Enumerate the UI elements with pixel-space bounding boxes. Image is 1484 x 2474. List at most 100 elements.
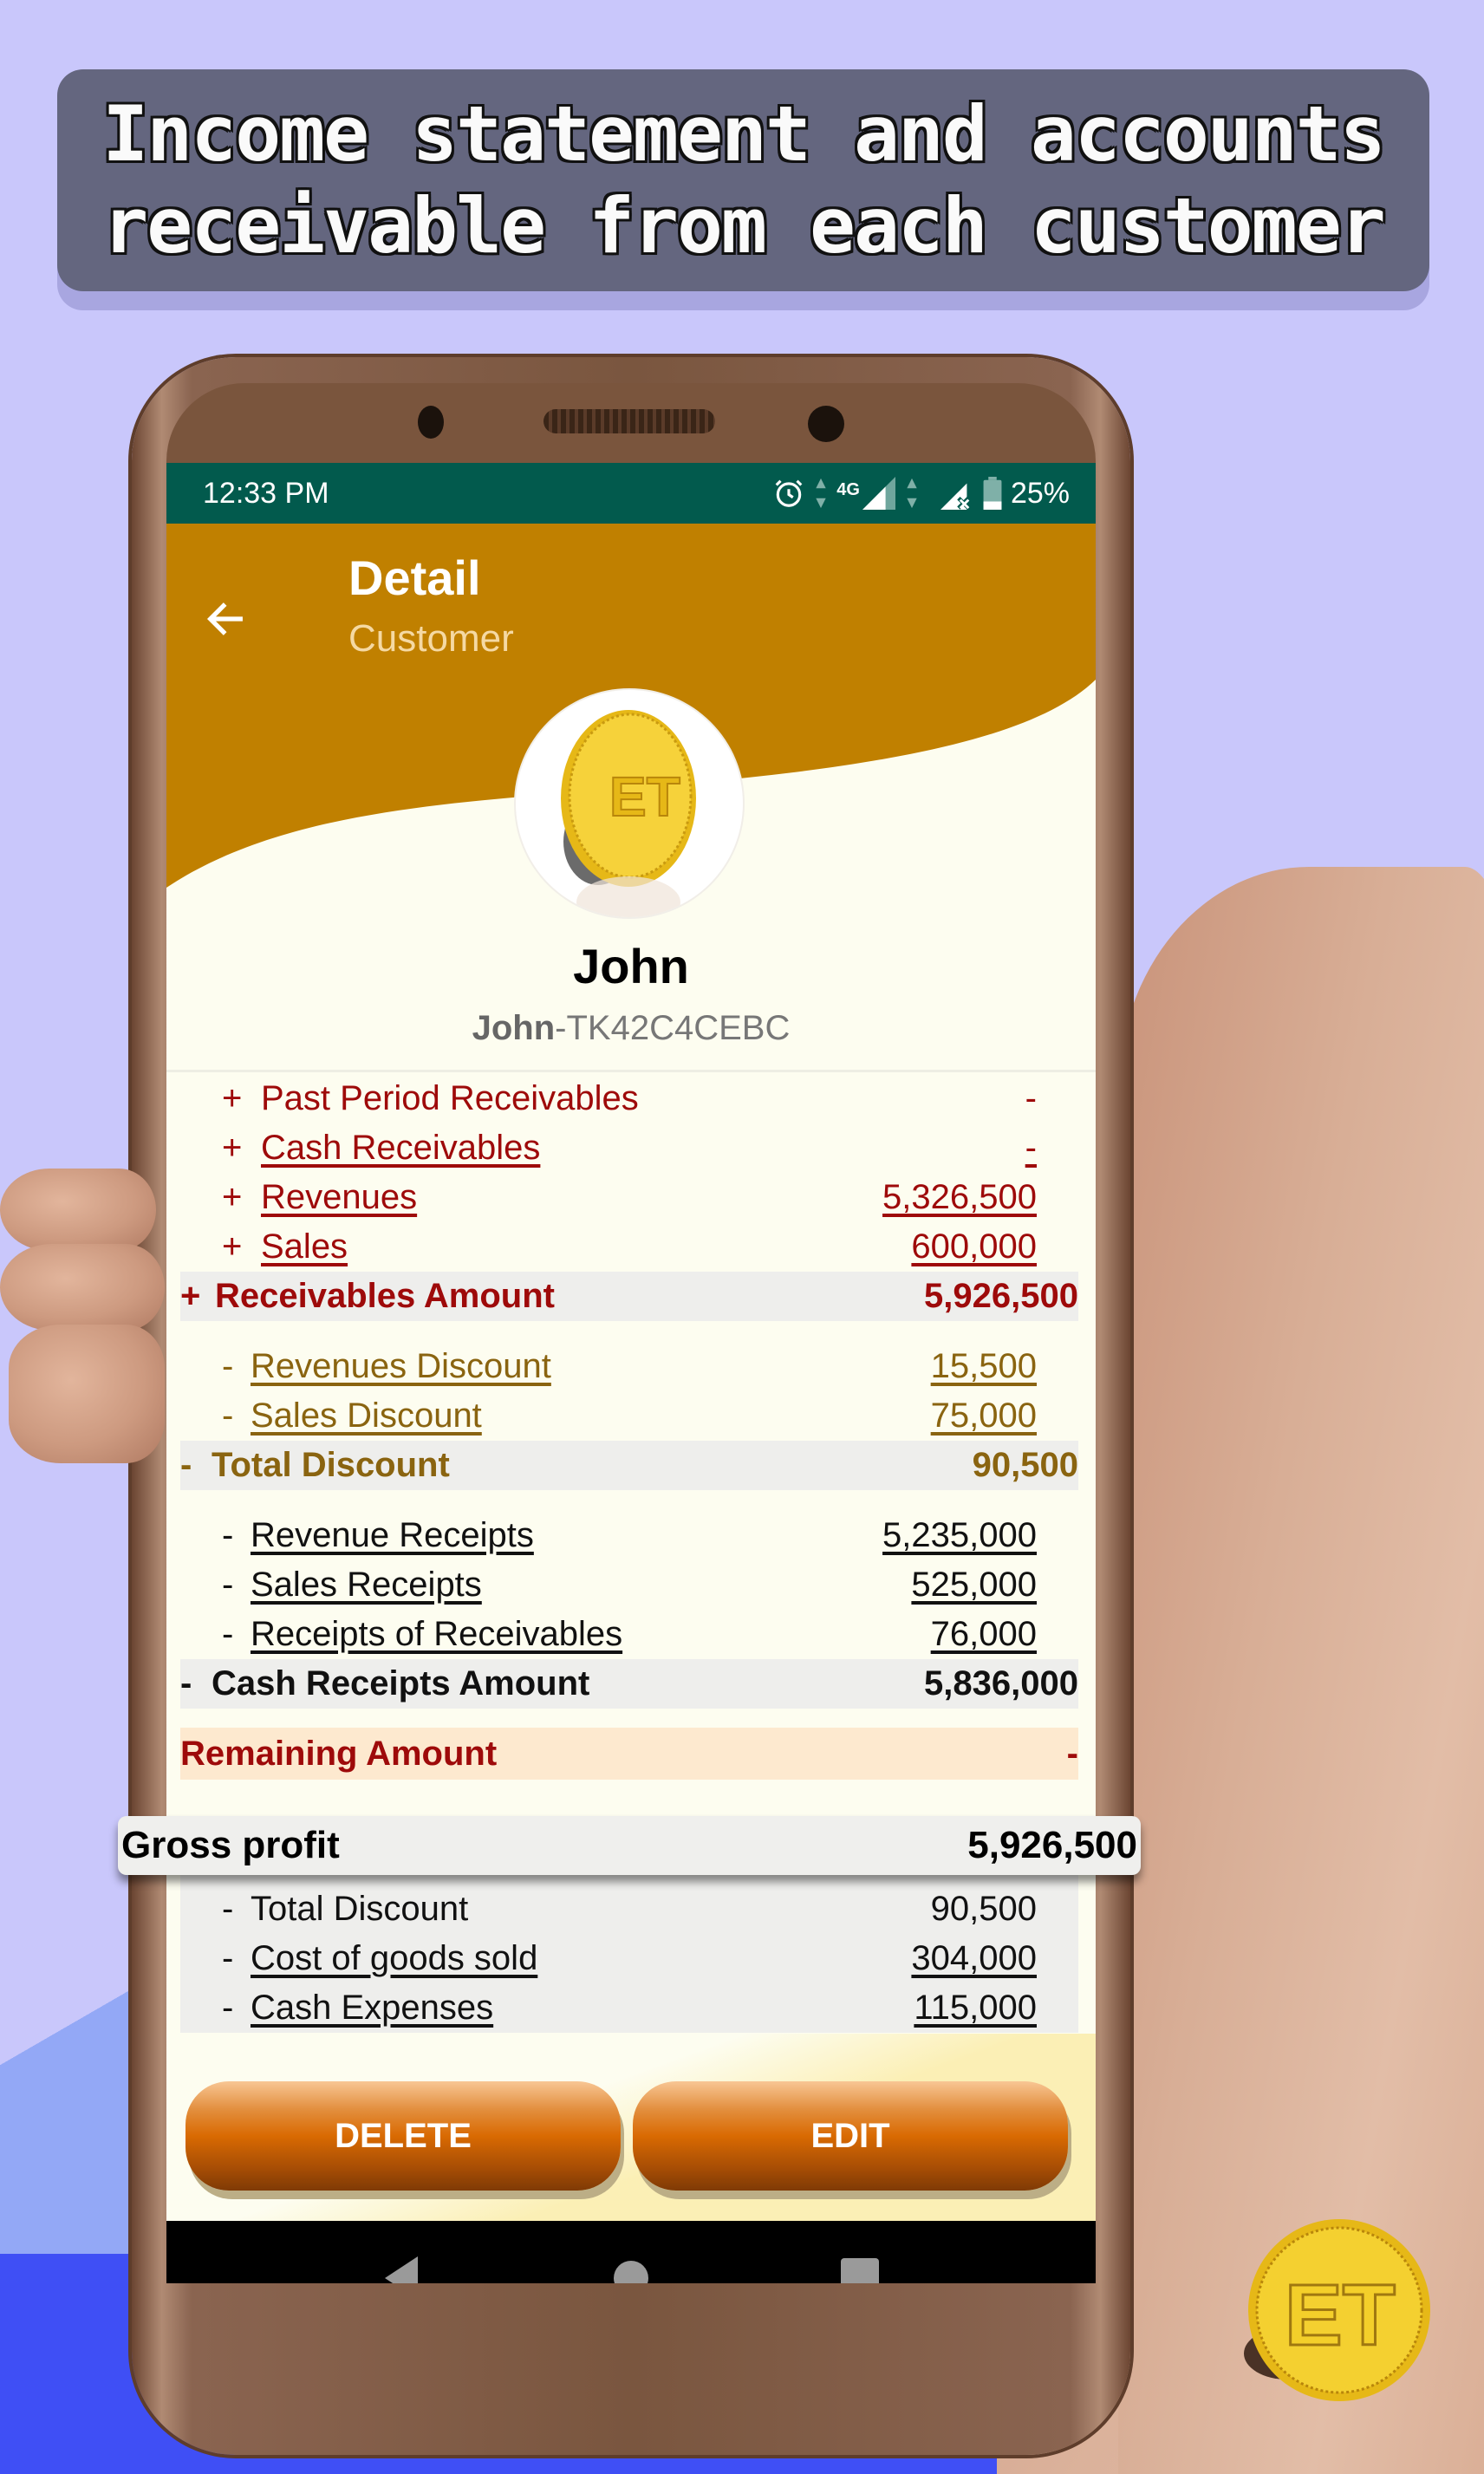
coin-logo-icon: ET bbox=[561, 710, 696, 917]
row-sign: + bbox=[222, 1227, 243, 1266]
income-row-total-discount: - Total Discount 90,500 bbox=[180, 1885, 1078, 1934]
total-value: 5,836,000 bbox=[924, 1664, 1078, 1703]
ledger-row-sales[interactable]: + Sales 600,000 bbox=[180, 1222, 1078, 1272]
row-sign: - bbox=[222, 1615, 234, 1653]
row-label: Past Period Receivables bbox=[261, 1079, 639, 1117]
row-label-link[interactable]: Receipts of Receivables bbox=[251, 1615, 622, 1653]
ledger-total-cash-receipts-amount: - Cash Receipts Amount 5,836,000 bbox=[180, 1659, 1078, 1709]
system-nav-bar bbox=[166, 2221, 1096, 2283]
section-divider bbox=[166, 1070, 1096, 1072]
row-sign: - bbox=[180, 1664, 192, 1703]
earpiece-speaker bbox=[543, 409, 715, 433]
row-value-link[interactable]: 15,500 bbox=[931, 1347, 1037, 1386]
battery-percent: 25% bbox=[1010, 476, 1070, 510]
row-value-link[interactable]: 5,326,500 bbox=[882, 1178, 1037, 1217]
app-screen: 12:33 PM 4G 25% Detail Customer ET John … bbox=[166, 463, 1096, 2283]
row-sign: + bbox=[222, 1079, 243, 1117]
delete-button[interactable]: DELETE bbox=[186, 2081, 621, 2191]
total-value: 90,500 bbox=[972, 1446, 1078, 1484]
status-time: 12:33 PM bbox=[203, 476, 329, 510]
promo-banner: Income statement and accounts receivable… bbox=[57, 69, 1429, 291]
row-label-link[interactable]: Sales Discount bbox=[251, 1397, 482, 1435]
total-label: Receivables Amount bbox=[215, 1277, 555, 1315]
signal-no-sim-icon bbox=[940, 483, 970, 510]
row-sign: + bbox=[222, 1178, 243, 1216]
income-row-cost-of-goods-sold[interactable]: - Cost of goods sold 304,000 bbox=[180, 1934, 1078, 1983]
banner-line-1: Income statement and accounts bbox=[102, 89, 1385, 179]
customer-code: John-TK42C4CEBC bbox=[166, 1009, 1096, 1048]
row-value-link[interactable]: 304,000 bbox=[911, 1939, 1037, 1978]
ledger-row-revenues-discount[interactable]: - Revenues Discount 15,500 bbox=[180, 1342, 1078, 1391]
row-sign: + bbox=[222, 1129, 243, 1167]
customer-name: John bbox=[573, 939, 689, 993]
row-sign: - bbox=[222, 1989, 234, 2027]
row-label-link[interactable]: Cost of goods sold bbox=[251, 1939, 537, 1977]
row-sign: + bbox=[180, 1277, 201, 1315]
ledger-row-past-period-receivables: + Past Period Receivables - bbox=[180, 1074, 1078, 1123]
row-value-link[interactable]: 5,235,000 bbox=[882, 1516, 1037, 1555]
alarm-icon bbox=[775, 479, 803, 507]
total-label: Cash Receipts Amount bbox=[212, 1664, 590, 1703]
customer-avatar[interactable]: ET bbox=[516, 690, 743, 917]
data-arrows-icon bbox=[816, 478, 826, 509]
row-value: 90,500 bbox=[930, 1890, 1037, 1928]
ledger-total-discount: - Total Discount 90,500 bbox=[180, 1441, 1078, 1490]
row-value-link[interactable]: 76,000 bbox=[931, 1615, 1037, 1654]
row-sign: - bbox=[222, 1347, 234, 1385]
nav-home-icon[interactable] bbox=[612, 2259, 650, 2283]
edit-button[interactable]: EDIT bbox=[633, 2081, 1068, 2191]
row-label-link[interactable]: Sales Receipts bbox=[251, 1566, 482, 1604]
nav-recents-icon[interactable] bbox=[841, 2258, 879, 2283]
row-value-link[interactable]: 525,000 bbox=[911, 1566, 1037, 1605]
proximity-sensor bbox=[418, 406, 444, 439]
remaining-value: - bbox=[1066, 1734, 1078, 1773]
nav-back-icon[interactable] bbox=[383, 2256, 421, 2283]
arrow-left-icon bbox=[206, 602, 243, 635]
data-arrows-icon-2 bbox=[907, 478, 917, 509]
hand-finger-1 bbox=[0, 1169, 156, 1251]
row-label-link[interactable]: Revenues Discount bbox=[251, 1347, 551, 1385]
row-label-link[interactable]: Revenue Receipts bbox=[251, 1516, 534, 1554]
total-value: 5,926,500 bbox=[924, 1277, 1078, 1315]
ledger-remaining-amount: Remaining Amount - bbox=[180, 1728, 1078, 1780]
row-value-link[interactable]: 115,000 bbox=[914, 1989, 1037, 2028]
phone-frame: 12:33 PM 4G 25% Detail Customer ET John … bbox=[132, 357, 1130, 2455]
battery-icon bbox=[983, 477, 1002, 510]
row-value-link[interactable]: 75,000 bbox=[931, 1397, 1037, 1436]
ledger-row-sales-discount[interactable]: - Sales Discount 75,000 bbox=[180, 1391, 1078, 1441]
row-label-link[interactable]: Sales bbox=[261, 1227, 348, 1266]
ledger-row-sales-receipts[interactable]: - Sales Receipts 525,000 bbox=[180, 1560, 1078, 1610]
row-label-link[interactable]: Cash Expenses bbox=[251, 1989, 493, 2027]
svg-text:ET: ET bbox=[1285, 2267, 1396, 2364]
gross-profit-bar: Gross profit 5,926,500 bbox=[118, 1816, 1141, 1875]
row-sign: - bbox=[222, 1566, 234, 1604]
coin-logo-icon: ET bbox=[1244, 2219, 1430, 2401]
gross-profit-value: 5,926,500 bbox=[967, 1824, 1137, 1866]
customer-code-suffix: -TK42C4CEBC bbox=[555, 1009, 791, 1047]
income-row-cash-expenses[interactable]: - Cash Expenses 115,000 bbox=[180, 1983, 1078, 2033]
row-value-link[interactable]: 600,000 bbox=[911, 1227, 1037, 1266]
row-label-link[interactable]: Revenues bbox=[261, 1178, 417, 1216]
svg-text:ET: ET bbox=[609, 765, 680, 828]
total-label: Total Discount bbox=[212, 1446, 450, 1484]
page-title: Detail bbox=[348, 550, 481, 605]
banner-line-2: receivable from each customer bbox=[102, 181, 1385, 270]
front-camera bbox=[808, 406, 844, 442]
gross-profit-label: Gross profit bbox=[121, 1824, 340, 1866]
ledger-row-revenues[interactable]: + Revenues 5,326,500 bbox=[180, 1173, 1078, 1222]
row-sign: - bbox=[222, 1890, 234, 1928]
ledger-row-revenue-receipts[interactable]: - Revenue Receipts 5,235,000 bbox=[180, 1511, 1078, 1560]
back-button[interactable] bbox=[199, 593, 251, 645]
receivables-ledger: + Past Period Receivables - + Cash Receiva… bbox=[180, 1074, 1078, 1780]
hand-finger-3 bbox=[9, 1325, 165, 1463]
customer-code-prefix: John bbox=[472, 1009, 556, 1047]
ledger-row-receipts-of-receivables[interactable]: - Receipts of Receivables 76,000 bbox=[180, 1610, 1078, 1659]
row-label: Total Discount bbox=[251, 1890, 469, 1928]
row-value-link[interactable]: - bbox=[1025, 1129, 1037, 1168]
row-sign: - bbox=[222, 1516, 234, 1554]
ledger-row-cash-receivables[interactable]: + Cash Receivables - bbox=[180, 1123, 1078, 1173]
signal-4g-icon bbox=[862, 477, 895, 510]
row-label-link[interactable]: Cash Receivables bbox=[261, 1129, 540, 1167]
